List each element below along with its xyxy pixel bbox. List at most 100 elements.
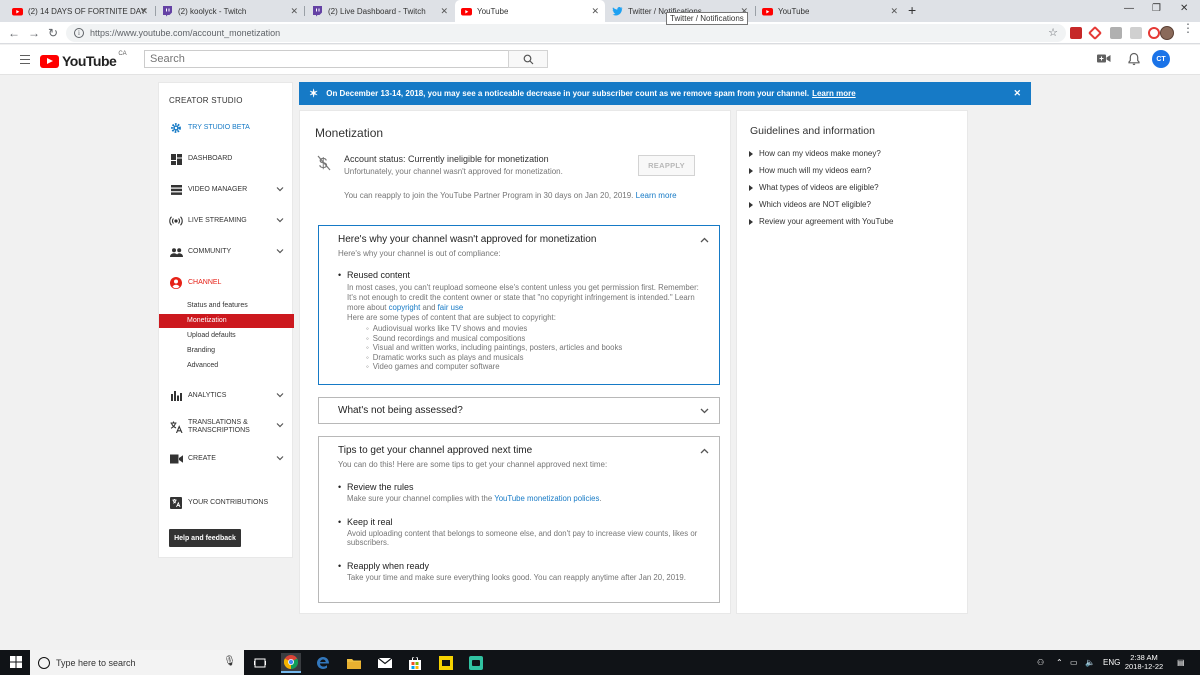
extension-icon[interactable] [1070, 27, 1082, 39]
close-icon[interactable]: ✕ [290, 6, 298, 17]
search-input[interactable] [150, 53, 500, 65]
guideline-link[interactable]: Review your agreement with YouTube [748, 217, 893, 226]
monetization-policies-link[interactable]: YouTube monetization policies [494, 494, 599, 503]
action-center-icon[interactable]: ▤ [1177, 658, 1185, 667]
browser-tab-active[interactable]: YouTube ✕ [455, 0, 605, 22]
banner-learn-more-link[interactable]: Learn more [812, 89, 856, 98]
account-status-subtitle: Unfortunately, your channel wasn't appro… [344, 167, 563, 176]
chevron-down-icon[interactable] [276, 217, 284, 223]
streamlabs-icon[interactable] [466, 653, 486, 673]
close-window-icon[interactable]: ✕ [1180, 3, 1188, 14]
store-icon[interactable] [405, 653, 425, 673]
back-arrow-icon[interactable]: ← [7, 26, 21, 40]
extension-icon[interactable] [1110, 27, 1122, 39]
bookmark-star-icon[interactable]: ☆ [1048, 26, 1058, 39]
task-view-icon[interactable] [250, 653, 270, 673]
notifications-bell-icon[interactable] [1128, 52, 1140, 66]
page-scrollbar[interactable] [1188, 75, 1200, 650]
menu-icon[interactable] [20, 55, 30, 67]
browser-tab[interactable]: (2) Live Dashboard - Twitch ✕ [306, 0, 454, 22]
chevron-down-icon[interactable] [276, 392, 284, 398]
minimize-icon[interactable]: — [1124, 3, 1134, 14]
sidebar-subitem-upload-defaults[interactable]: Upload defaults [159, 329, 294, 343]
youtube-logo[interactable]: YouTube CA [40, 51, 127, 69]
system-clock[interactable]: 2:38 AM 2018-12-22 [1122, 653, 1166, 671]
windows-start-icon[interactable] [10, 656, 22, 668]
chrome-icon[interactable] [281, 653, 301, 673]
reload-icon[interactable]: ↻ [46, 26, 60, 40]
browser-tab[interactable]: (2) koolyck - Twitch ✕ [156, 0, 304, 22]
sidebar-item-analytics[interactable]: ANALYTICS [159, 388, 294, 404]
chevron-down-icon[interactable] [276, 186, 284, 192]
browser-menu-icon[interactable]: ⋮ [1182, 22, 1194, 34]
browser-tab[interactable]: YouTube ✕ [756, 0, 904, 22]
sidebar-item-channel[interactable]: CHANNEL [159, 275, 294, 291]
volume-icon[interactable]: 🔈 [1085, 658, 1095, 667]
chevron-up-icon[interactable] [700, 448, 709, 454]
restore-icon[interactable]: ❐ [1152, 3, 1161, 14]
sidebar-subitem-advanced[interactable]: Advanced [159, 359, 294, 373]
guideline-link[interactable]: How can my videos make money? [749, 149, 881, 158]
why-not-approved-panel: Here's why your channel wasn't approved … [318, 225, 720, 385]
extension-icon[interactable] [1130, 27, 1142, 39]
guideline-link[interactable]: Which videos are NOT eligible? [749, 200, 871, 209]
file-explorer-icon[interactable] [344, 653, 364, 673]
youtube-icon [762, 6, 773, 17]
close-icon[interactable]: ✕ [1013, 88, 1021, 99]
not-assessed-panel[interactable]: What's not being assessed? [318, 397, 720, 424]
guideline-label: How can my videos make money? [759, 149, 881, 158]
info-icon[interactable]: i [74, 28, 84, 38]
taskbar-search[interactable]: Type here to search 🎙 [30, 650, 244, 675]
sidebar-subitem-monetization[interactable]: Monetization [159, 314, 294, 328]
opera-icon[interactable] [1148, 27, 1160, 39]
copyright-link[interactable]: copyright [389, 303, 421, 312]
sidebar-item-dashboard[interactable]: DASHBOARD [159, 151, 294, 167]
avatar[interactable]: CT [1152, 50, 1170, 68]
close-icon[interactable]: ✕ [591, 6, 599, 17]
forward-arrow-icon[interactable]: → [27, 26, 41, 40]
show-hidden-icons-icon[interactable]: ⌃ [1056, 658, 1063, 667]
language-indicator[interactable]: ENG [1103, 658, 1120, 667]
sidebar-item-your-contributions[interactable]: YOUR CONTRIBUTIONS [159, 495, 294, 511]
new-tab-icon[interactable]: + [908, 2, 916, 18]
sidebar-subitem-status-and-features[interactable]: Status and features [159, 299, 294, 313]
panel-title[interactable]: Here's why your channel wasn't approved … [338, 234, 596, 245]
sticky-notes-icon[interactable] [436, 653, 456, 673]
sidebar-item-try-studio-beta[interactable]: TRY STUDIO BETA [159, 120, 294, 136]
guideline-link[interactable]: What types of videos are eligible? [749, 183, 879, 192]
sidebar-item-create[interactable]: CREATE [159, 451, 294, 467]
sidebar-subitem-branding[interactable]: Branding [159, 344, 294, 358]
help-and-feedback-button[interactable]: Help and feedback [169, 529, 241, 547]
edge-icon[interactable] [313, 653, 333, 673]
sidebar-item-label: CHANNEL [188, 279, 222, 286]
reapply-button[interactable]: REAPPLY [638, 155, 695, 176]
panel-title[interactable]: Tips to get your channel approved next t… [338, 445, 532, 456]
sidebar-item-video-manager[interactable]: VIDEO MANAGER [159, 182, 294, 198]
fair-use-link[interactable]: fair use [438, 303, 464, 312]
chevron-up-icon[interactable] [700, 237, 709, 243]
microphone-icon[interactable]: 🎙 [223, 656, 236, 667]
extension-icon[interactable] [1087, 25, 1103, 41]
sidebar-item-community[interactable]: COMMUNITY [159, 244, 294, 260]
sidebar-item-live-streaming[interactable]: LIVE STREAMING [159, 213, 294, 229]
address-bar[interactable]: i https://www.youtube.com/account_moneti… [66, 24, 1066, 42]
browser-tab[interactable]: (2) 14 DAYS OF FORTNITE DAY 4 - ✕ [6, 0, 154, 22]
browser-profile-avatar[interactable] [1160, 26, 1174, 40]
learn-more-link[interactable]: Learn more [636, 191, 677, 200]
close-icon[interactable]: ✕ [440, 6, 448, 17]
close-icon[interactable]: ✕ [890, 6, 898, 17]
guideline-link[interactable]: How much will my videos earn? [748, 166, 871, 175]
mail-icon[interactable] [375, 653, 395, 673]
sidebar-item-label: ANALYTICS [188, 392, 227, 399]
chevron-down-icon[interactable] [276, 455, 284, 461]
close-icon[interactable]: ✕ [140, 6, 148, 17]
search-button[interactable] [508, 50, 548, 68]
network-icon[interactable]: ▭ [1070, 658, 1078, 667]
people-icon[interactable]: ⚇ [1037, 658, 1044, 667]
twitch-icon [312, 5, 323, 17]
sidebar-item-translations[interactable]: TRANSLATIONS & TRANSCRIPTIONS [159, 418, 294, 436]
chevron-down-icon[interactable] [700, 408, 709, 414]
chevron-down-icon[interactable] [276, 422, 284, 428]
chevron-down-icon[interactable] [276, 248, 284, 254]
upload-video-icon[interactable] [1097, 53, 1111, 64]
